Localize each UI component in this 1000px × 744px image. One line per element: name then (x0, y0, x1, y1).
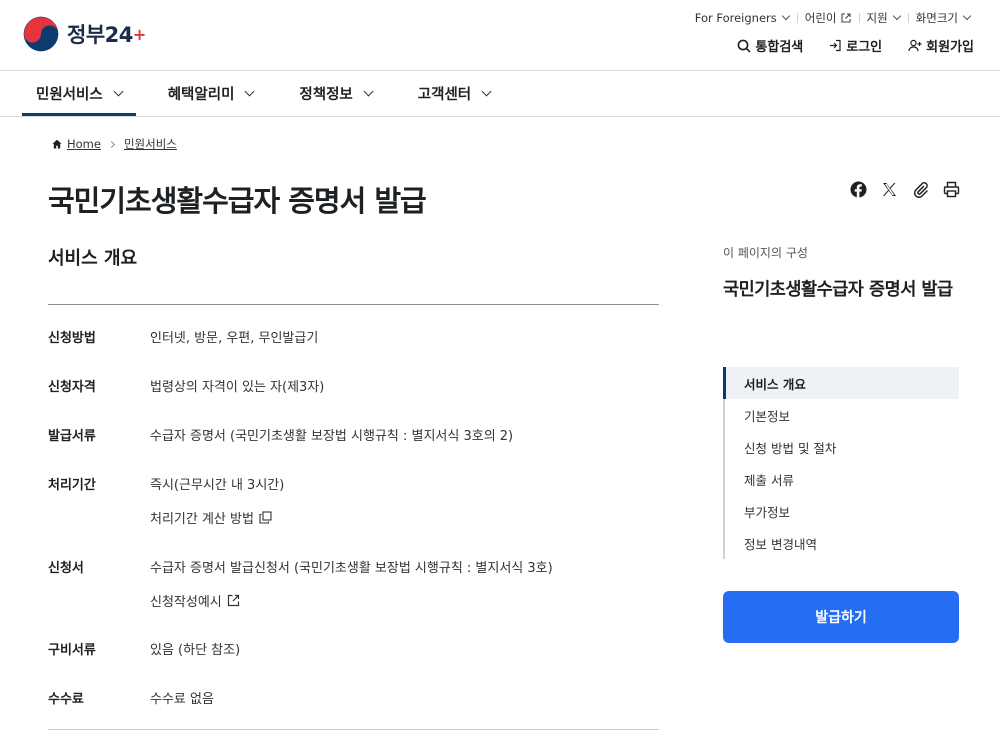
site-logo[interactable]: 정부24+ (22, 16, 146, 52)
facebook-share-button[interactable] (850, 181, 867, 198)
info-key: 신청방법 (48, 331, 96, 346)
info-row: 구비서류 있음 (하단 참조) (48, 639, 659, 658)
gnb-item-policy[interactable]: 정책정보 (285, 71, 385, 116)
logo-text-number: 24 (104, 23, 134, 47)
taegeuk-logo-icon (23, 16, 59, 52)
header-actions: 통합검색 로그인 회원가입 (711, 36, 974, 55)
gnb-label: 고객센터 (417, 87, 472, 103)
share-tools (836, 181, 960, 198)
chevron-down-icon (481, 86, 492, 97)
info-row: 발급서류 수급자 증명서 (국민기초생활 보장법 시행규칙 : 별지서식 3호의… (48, 425, 659, 444)
login-button[interactable]: 로그인 (829, 36, 882, 55)
user-add-icon (908, 39, 922, 52)
copy-window-icon (259, 511, 272, 524)
info-row: 처리기간 즉시(근무시간 내 3시간) (48, 474, 659, 493)
processing-time-calc-label: 처리기간 계산 방법 (150, 512, 254, 527)
toc-item-basic-info[interactable]: 기본정보 (725, 399, 959, 431)
support-label: 지원 (866, 11, 888, 25)
utility-menu: For Foreigners 어린이 지원 화면크기 (687, 10, 972, 26)
page-title: 국민기초생활수급자 증명서 발급 (48, 184, 427, 218)
x-twitter-icon (883, 183, 896, 196)
kids-link[interactable]: 어린이 (796, 10, 859, 26)
gnb-item-benefits[interactable]: 혜택알리미 (154, 71, 268, 116)
application-example-link[interactable]: 신청작성예시 (150, 591, 240, 610)
gnb-item-civil-service[interactable]: 민원서비스 (22, 71, 136, 116)
login-icon (830, 39, 841, 52)
info-value: 수급자 증명서 (국민기초생활 보장법 시행규칙 : 별지서식 3호의 2) (150, 429, 514, 444)
chevron-down-icon (962, 11, 972, 21)
gnb-item-customer-center[interactable]: 고객센터 (404, 71, 504, 116)
toc-item-documents[interactable]: 제출 서류 (725, 463, 959, 495)
chevron-down-icon (113, 86, 124, 97)
chevron-down-icon (781, 11, 790, 21)
info-key: 신청서 (48, 561, 84, 576)
plus-icon: + (132, 25, 146, 44)
for-foreigners-menu[interactable]: For Foreigners (687, 11, 797, 25)
chevron-down-icon (244, 86, 255, 97)
x-share-button[interactable] (881, 181, 898, 198)
toc-caption: 이 페이지의 구성 (723, 246, 808, 260)
info-value: 있음 (하단 참조) (150, 643, 241, 658)
support-menu[interactable]: 지원 (858, 10, 908, 26)
toc-item-change-history[interactable]: 정보 변경내역 (725, 527, 959, 559)
home-icon (52, 139, 62, 149)
toc-item-overview[interactable]: 서비스 개요 (723, 367, 959, 399)
search-label: 통합검색 (755, 40, 804, 55)
logo-text-name: 정부 (67, 23, 105, 47)
info-key: 신청자격 (48, 380, 96, 395)
info-value: 수급자 증명서 발급신청서 (국민기초생활 보장법 시행규칙 : 별지서식 3호… (150, 561, 553, 576)
paperclip-icon (913, 182, 928, 198)
printer-icon (943, 181, 960, 198)
chevron-right-icon (107, 140, 116, 148)
section-title: 서비스 개요 (48, 248, 138, 269)
screen-size-label: 화면크기 (915, 11, 958, 25)
toc-item-procedure[interactable]: 신청 방법 및 절차 (725, 431, 959, 463)
login-label: 로그인 (846, 40, 883, 55)
info-value: 법령상의 자격이 있는 자(제3자) (150, 380, 325, 395)
section-divider-bottom (48, 729, 659, 730)
issue-button[interactable]: 발급하기 (723, 591, 959, 643)
info-row: 신청자격 법령상의 자격이 있는 자(제3자) (48, 376, 659, 395)
info-row: 수수료 수수료 없음 (48, 688, 659, 707)
facebook-icon (850, 181, 867, 198)
chevron-down-icon (363, 86, 374, 97)
breadcrumb-current-link[interactable]: 민원서비스 (124, 136, 177, 152)
logo-text: 정부24+ (67, 19, 146, 49)
signup-label: 회원가입 (926, 40, 974, 55)
info-row: 신청방법 인터넷, 방문, 우편, 무인발급기 (48, 327, 659, 346)
gnb-label: 정책정보 (299, 87, 353, 103)
kids-label: 어린이 (804, 11, 837, 25)
for-foreigners-label: For Foreigners (694, 11, 777, 25)
print-button[interactable] (943, 181, 960, 198)
info-key: 처리기간 (48, 478, 96, 493)
info-value: 즉시(근무시간 내 3시간) (150, 478, 285, 493)
processing-time-calc-link[interactable]: 처리기간 계산 방법 (150, 508, 272, 527)
application-example-label: 신청작성예시 (150, 595, 222, 610)
breadcrumb: Home 민원서비스 (52, 136, 177, 152)
main-navigation: 민원서비스 혜택알리미 정책정보 고객센터 (22, 71, 522, 116)
copy-link-button[interactable] (912, 181, 929, 198)
gnb-label: 혜택알리미 (167, 87, 235, 103)
info-value: 수수료 없음 (150, 692, 214, 707)
chevron-down-icon (892, 11, 901, 21)
external-link-icon (227, 594, 239, 607)
toc-item-additional-info[interactable]: 부가정보 (725, 495, 959, 527)
nav-divider (0, 116, 1000, 117)
breadcrumb-home-link[interactable]: Home (67, 137, 101, 151)
external-link-icon (840, 13, 851, 23)
signup-button[interactable]: 회원가입 (908, 36, 974, 55)
info-key: 발급서류 (48, 429, 96, 444)
gnb-label: 민원서비스 (36, 87, 103, 103)
section-divider-top (48, 304, 659, 305)
toc-list: 서비스 개요 기본정보 신청 방법 및 절차 제출 서류 부가정보 정보 변경내… (723, 367, 959, 559)
search-button[interactable]: 통합검색 (737, 36, 803, 55)
toc-title: 국민기초생활수급자 증명서 발급 (723, 280, 953, 300)
search-icon (738, 39, 751, 53)
info-key: 구비서류 (48, 643, 96, 658)
info-value: 인터넷, 방문, 우편, 무인발급기 (150, 331, 319, 346)
info-row: 신청서 수급자 증명서 발급신청서 (국민기초생활 보장법 시행규칙 : 별지서… (48, 557, 659, 576)
info-key: 수수료 (48, 692, 84, 707)
screen-size-menu[interactable]: 화면크기 (907, 10, 972, 26)
